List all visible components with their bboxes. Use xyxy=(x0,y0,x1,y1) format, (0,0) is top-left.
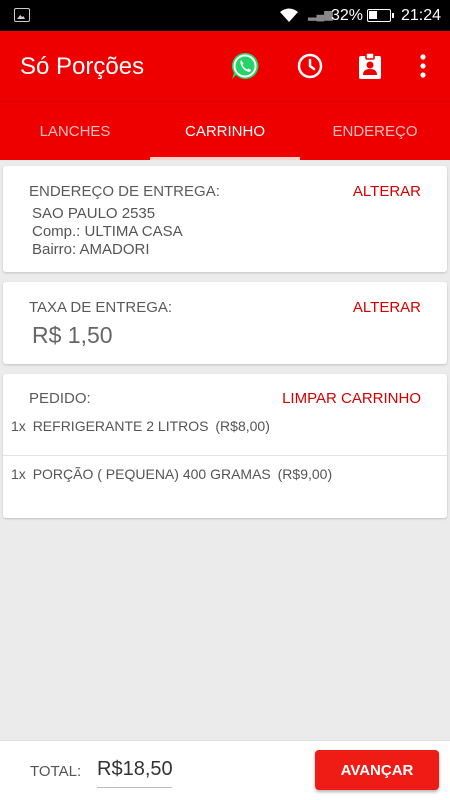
change-fee-button[interactable]: ALTERAR xyxy=(353,299,421,316)
total-value: R$18,50 xyxy=(97,758,173,788)
battery-icon xyxy=(367,9,394,22)
wifi-icon xyxy=(279,7,299,28)
change-address-button[interactable]: ALTERAR xyxy=(353,183,421,200)
delivery-fee-value: R$ 1,50 xyxy=(32,322,113,348)
address-card: ENDEREÇO DE ENTREGA: ALTERAR SAO PAULO 2… xyxy=(3,166,447,272)
item-quantity: 1x xyxy=(11,418,26,434)
app-title: Só Porções xyxy=(20,53,145,80)
battery-percentage: 32% xyxy=(331,7,364,24)
order-card: PEDIDO: LIMPAR CARRINHO 1x REFRIGERANTE … xyxy=(3,374,447,518)
more-vert-icon[interactable] xyxy=(408,51,438,81)
active-tab-indicator xyxy=(150,157,300,160)
app-toolbar: Só Porções xyxy=(0,31,450,101)
address-neighborhood: Bairro: AMADORI xyxy=(32,241,150,258)
status-time: 21:24 xyxy=(401,7,442,24)
signal-icon: ▂▄▆ xyxy=(308,9,333,21)
contact-badge-icon[interactable] xyxy=(355,51,385,81)
address-label: ENDEREÇO DE ENTREGA: xyxy=(29,183,220,200)
delivery-fee-label: TAXA DE ENTREGA: xyxy=(29,299,173,316)
next-button[interactable]: AVANÇAR xyxy=(315,750,439,790)
address-complement: Comp.: ULTIMA CASA xyxy=(32,223,183,240)
list-item[interactable]: 1x REFRIGERANTE 2 LITROS (R$8,00) xyxy=(11,418,270,434)
item-quantity: 1x xyxy=(11,466,26,482)
item-name: PORÇÃO ( PEQUENA) 400 GRAMAS xyxy=(32,466,271,482)
whatsapp-icon[interactable] xyxy=(230,51,260,81)
item-price: (R$8,00) xyxy=(215,418,270,434)
list-item[interactable]: 1x PORÇÃO ( PEQUENA) 400 GRAMAS (R$9,00) xyxy=(11,466,332,482)
tab-endereco[interactable]: ENDEREÇO xyxy=(300,102,450,161)
item-divider xyxy=(3,455,447,456)
checkout-bar: TOTAL: R$18,50 AVANÇAR xyxy=(0,740,450,800)
item-name: REFRIGERANTE 2 LITROS xyxy=(32,418,209,434)
address-street: SAO PAULO 2535 xyxy=(32,205,156,222)
tab-carrinho[interactable]: CARRINHO xyxy=(150,102,300,161)
tab-bar: LANCHES CARRINHO ENDEREÇO xyxy=(0,101,450,160)
delivery-fee-card: TAXA DE ENTREGA: ALTERAR R$ 1,50 xyxy=(3,282,447,364)
tab-lanches[interactable]: LANCHES xyxy=(0,102,150,161)
order-label: PEDIDO: xyxy=(29,390,91,407)
total-label: TOTAL: xyxy=(30,763,82,780)
clear-cart-button[interactable]: LIMPAR CARRINHO xyxy=(282,390,421,407)
status-bar: ▂▄▆ 32% 21:24 xyxy=(0,0,450,31)
image-icon xyxy=(14,8,30,22)
item-price: (R$9,00) xyxy=(277,466,333,482)
clock-icon[interactable] xyxy=(295,51,325,81)
